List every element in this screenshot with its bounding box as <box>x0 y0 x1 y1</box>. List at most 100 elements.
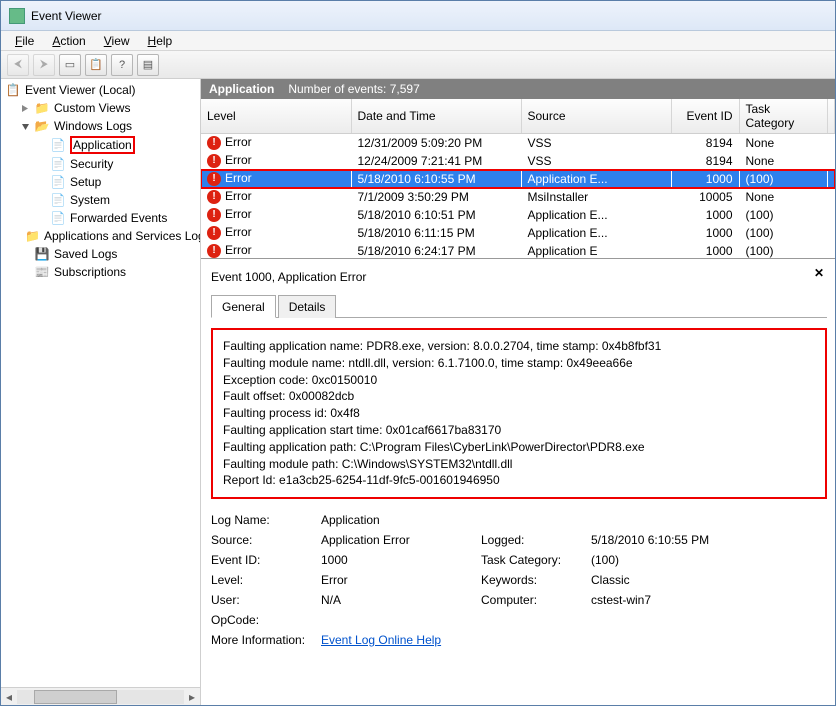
more-info-link[interactable]: Event Log Online Help <box>321 633 441 647</box>
tree-label: Saved Logs <box>54 247 117 261</box>
tree-saved[interactable]: 💾 Saved Logs <box>19 245 200 263</box>
col-source[interactable]: Source <box>521 99 671 134</box>
tree-root-label: Event Viewer (Local) <box>25 83 136 97</box>
menu-file[interactable]: File <box>7 32 42 50</box>
detail-line: Fault offset: 0x00082dcb <box>223 388 815 405</box>
filter-button[interactable]: 📋 <box>85 54 107 76</box>
sidebar-hscrollbar[interactable]: ◂ ▸ <box>1 687 200 705</box>
prop-label: Log Name: <box>211 513 321 527</box>
tree-apps-services[interactable]: 📁 Applications and Services Logs <box>19 227 200 245</box>
tree-forwarded[interactable]: 📄 Forwarded Events <box>35 209 200 227</box>
detail-line: Faulting module name: ntdll.dll, version… <box>223 355 815 372</box>
prop-label: Task Category: <box>481 553 591 567</box>
help-button[interactable]: ? <box>111 54 133 76</box>
table-row[interactable]: !Error12/24/2009 7:21:41 PMVSS8194None <box>201 152 835 170</box>
menu-view-label: iew <box>112 34 130 48</box>
content-header-count: Number of events: 7,597 <box>288 82 419 96</box>
tree-application[interactable]: 📄 Application <box>35 135 200 155</box>
prop-value: N/A <box>321 593 481 607</box>
log-icon: 📄 <box>50 192 66 208</box>
content-header-title: Application <box>209 82 274 96</box>
tree-custom-views[interactable]: 📁 Custom Views <box>19 99 200 117</box>
menu-view[interactable]: View <box>96 32 138 50</box>
table-row[interactable]: !Error5/18/2010 6:10:55 PMApplication E.… <box>201 170 835 188</box>
detail-line: Report Id: e1a3cb25-6254-11df-9fc5-00160… <box>223 472 815 489</box>
content-header: Application Number of events: 7,597 <box>201 79 835 99</box>
tree-label: Setup <box>70 175 101 189</box>
tree-label: Windows Logs <box>54 119 132 133</box>
tree-application-label: Application <box>70 136 135 154</box>
subscriptions-icon: 📰 <box>34 264 50 280</box>
refresh-button[interactable]: ▤ <box>137 54 159 76</box>
prop-value: Application Error <box>321 533 481 547</box>
main: Application Number of events: 7,597 Leve… <box>201 79 835 705</box>
tree[interactable]: 📋 Event Viewer (Local) 📁 Custom Views <box>1 79 200 687</box>
col-eventid[interactable]: Event ID <box>671 99 739 134</box>
table-row[interactable]: !Error7/1/2009 3:50:29 PMMsiInstaller100… <box>201 188 835 206</box>
event-viewer-window: Event Viewer File Action View Help ⮜ ⮞ ▭… <box>0 0 836 706</box>
detail-line: Faulting application path: C:\Program Fi… <box>223 439 815 456</box>
tab-general[interactable]: General <box>211 295 276 318</box>
menu-action-label: ction <box>60 34 85 48</box>
col-cat[interactable]: Task Category <box>739 99 827 134</box>
col-spacer <box>827 99 835 134</box>
tree-windows-logs[interactable]: 📂 Windows Logs <box>19 117 200 135</box>
saved-icon: 💾 <box>34 246 50 262</box>
folder-icon: 📁 <box>34 100 50 116</box>
table-row[interactable]: !Error5/18/2010 6:24:17 PMApplication E1… <box>201 242 835 260</box>
titlebar[interactable]: Event Viewer <box>1 1 835 31</box>
folder-icon: 📁 <box>25 228 40 244</box>
table-row[interactable]: !Error12/31/2009 5:09:20 PMVSS8194None <box>201 134 835 152</box>
prop-label: Computer: <box>481 593 591 607</box>
sidebar: 📋 Event Viewer (Local) 📁 Custom Views <box>1 79 201 705</box>
app-icon <box>9 8 25 24</box>
error-icon: ! <box>207 208 221 222</box>
log-icon: 📄 <box>50 174 66 190</box>
forward-button[interactable]: ⮞ <box>33 54 55 76</box>
scroll-right-icon[interactable]: ▸ <box>184 690 200 704</box>
close-button[interactable]: ✕ <box>811 266 827 282</box>
body: 📋 Event Viewer (Local) 📁 Custom Views <box>1 79 835 705</box>
prop-value: cstest-win7 <box>591 593 771 607</box>
tree-label: Subscriptions <box>54 265 126 279</box>
tab-details[interactable]: Details <box>278 295 337 318</box>
log-icon: 📄 <box>50 137 66 153</box>
tree-security[interactable]: 📄 Security <box>35 155 200 173</box>
menu-action[interactable]: Action <box>44 32 93 50</box>
tree-setup[interactable]: 📄 Setup <box>35 173 200 191</box>
menu-help[interactable]: Help <box>140 32 181 50</box>
table-row[interactable]: !Error5/18/2010 6:11:15 PMApplication E.… <box>201 224 835 242</box>
prop-label: Event ID: <box>211 553 321 567</box>
scroll-thumb[interactable] <box>34 690 118 704</box>
tree-subscriptions[interactable]: 📰 Subscriptions <box>19 263 200 281</box>
error-icon: ! <box>207 136 221 150</box>
collapse-icon[interactable] <box>21 122 30 131</box>
detail-tabs: General Details <box>211 294 827 318</box>
col-date[interactable]: Date and Time <box>351 99 521 134</box>
event-viewer-icon: 📋 <box>5 82 21 98</box>
detail-properties: Log Name: Application Source: Applicatio… <box>211 513 827 647</box>
prop-value: (100) <box>591 553 771 567</box>
prop-label: More Information: <box>211 633 321 647</box>
tree-root[interactable]: 📋 Event Viewer (Local) <box>3 81 200 99</box>
prop-value: Application <box>321 513 481 527</box>
detail-line: Faulting process id: 0x4f8 <box>223 405 815 422</box>
tree-label: Custom Views <box>54 101 130 115</box>
details-pane: ✕ Event 1000, Application Error General … <box>201 259 835 705</box>
show-hide-tree-button[interactable]: ▭ <box>59 54 81 76</box>
tree-system[interactable]: 📄 System <box>35 191 200 209</box>
col-level[interactable]: Level <box>201 99 351 134</box>
event-grid[interactable]: Level Date and Time Source Event ID Task… <box>201 99 835 259</box>
detail-line: Exception code: 0xc0150010 <box>223 372 815 389</box>
prop-label: Level: <box>211 573 321 587</box>
expand-icon[interactable] <box>21 104 30 113</box>
prop-value: 5/18/2010 6:10:55 PM <box>591 533 771 547</box>
detail-line: Faulting application name: PDR8.exe, ver… <box>223 338 815 355</box>
detail-title: Event 1000, Application Error <box>211 270 827 284</box>
prop-label: OpCode: <box>211 613 321 627</box>
scroll-left-icon[interactable]: ◂ <box>1 690 17 704</box>
table-row[interactable]: !Error5/18/2010 6:10:51 PMApplication E.… <box>201 206 835 224</box>
error-icon: ! <box>207 154 221 168</box>
window-title: Event Viewer <box>31 9 101 23</box>
back-button[interactable]: ⮜ <box>7 54 29 76</box>
